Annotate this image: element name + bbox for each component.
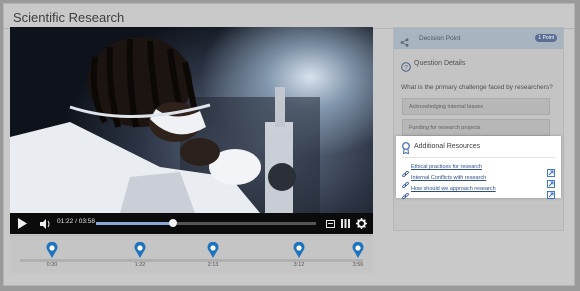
resource-link[interactable]: Internal Conflicts with research <box>411 175 486 181</box>
current-time: 01:22 <box>57 218 74 225</box>
external-link-icon[interactable] <box>547 175 555 188</box>
help-circle-icon: ? <box>401 59 411 72</box>
points-badge: 1 Point <box>535 34 557 42</box>
marker-time-label: 3:56 <box>352 262 364 268</box>
marker-time-label: 1:22 <box>134 262 146 268</box>
answer-option[interactable]: Acknowledging internal biases <box>402 98 550 115</box>
external-link-icon[interactable] <box>547 186 555 199</box>
marker-time-label: 0:20 <box>46 262 58 268</box>
decision-panel: Decision Point 1 Point ? Question Detail… <box>393 27 564 231</box>
question-details-label: Question Details <box>414 60 466 67</box>
resources-title: Additional Resources <box>414 143 481 150</box>
link-icon <box>402 187 409 200</box>
video-player[interactable]: 01:22 / 03:58 <box>10 27 373 234</box>
settings-icon[interactable] <box>355 216 367 231</box>
svg-text:?: ? <box>404 64 408 71</box>
answer-option[interactable]: Funding for research projects <box>402 119 550 136</box>
resources-divider <box>402 157 555 158</box>
chapters-icon[interactable] <box>340 216 350 231</box>
share-icon <box>400 34 409 47</box>
time-readout: 01:22 / 03:58 <box>57 218 95 225</box>
marker-time-label: 3:12 <box>293 262 305 268</box>
resource-link[interactable]: How should we approach research <box>411 186 496 192</box>
map-pin-icon[interactable] <box>351 241 365 264</box>
resource-item: Internal Conflicts with research <box>402 175 555 189</box>
resource-item: How should we approach research <box>402 186 555 200</box>
additional-resources-card: Additional Resources Ethical practices f… <box>396 136 561 200</box>
map-pin-icon[interactable] <box>45 241 59 264</box>
resource-link[interactable]: Ethical practices for research <box>411 164 482 170</box>
duration: 03:58 <box>78 218 95 225</box>
external-link-icon[interactable] <box>547 164 555 177</box>
decision-point-header: Decision Point 1 Point <box>394 28 563 49</box>
question-text: What is the primary challenge faced by r… <box>401 84 553 91</box>
link-icon <box>402 176 409 189</box>
video-frame <box>10 27 373 213</box>
seek-progress <box>96 222 173 225</box>
captions-icon[interactable] <box>325 216 335 231</box>
resource-item: Ethical practices for research <box>402 164 555 178</box>
map-pin-icon[interactable] <box>206 241 220 264</box>
map-pin-icon[interactable] <box>133 241 147 264</box>
link-icon <box>402 165 409 178</box>
map-pin-icon[interactable] <box>292 241 306 264</box>
volume-icon[interactable] <box>38 216 52 231</box>
timeline: 0:20 1:22 2:13 3:12 3:56 <box>10 235 373 273</box>
video-controls: 01:22 / 03:58 <box>10 213 373 234</box>
marker-time-label: 2:13 <box>207 262 219 268</box>
page-title: Scientific Research <box>13 10 125 25</box>
seek-handle[interactable] <box>169 219 177 227</box>
seek-bar[interactable] <box>96 219 316 227</box>
ribbon-icon <box>402 141 410 155</box>
play-icon[interactable] <box>15 216 29 231</box>
decision-point-label: Decision Point <box>419 35 461 42</box>
